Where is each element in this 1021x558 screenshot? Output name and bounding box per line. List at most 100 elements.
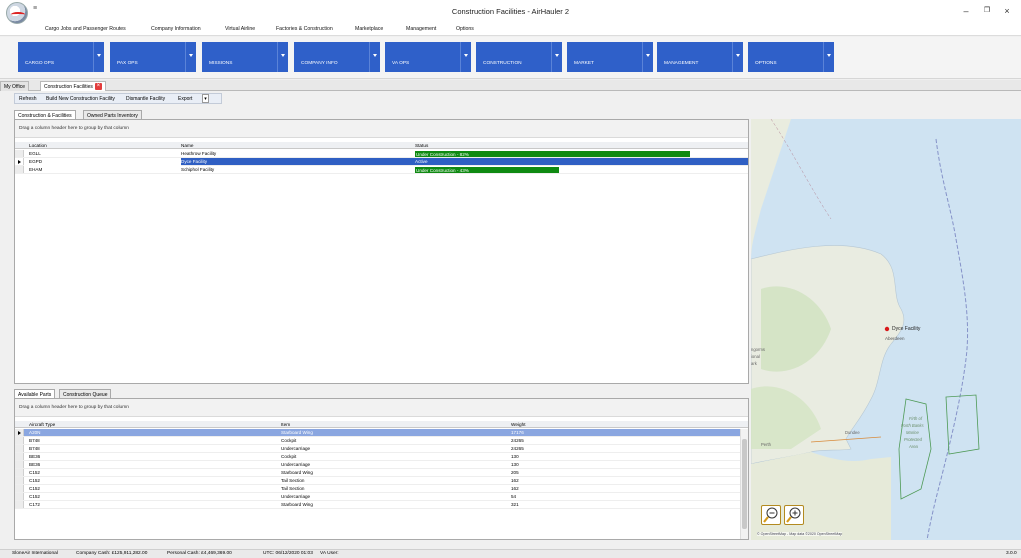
export-button[interactable]: Export — [178, 96, 192, 102]
cell-aircraft: BE36 — [29, 462, 41, 467]
chevron-down-icon[interactable] — [277, 42, 288, 72]
zoom-out-icon[interactable] — [761, 505, 781, 525]
missions-button[interactable]: MISSIONS — [202, 42, 288, 72]
status-bar: SloneAir International Company Cash: £12… — [0, 549, 1021, 558]
map-marker-label[interactable]: Dyce Facility — [892, 326, 920, 332]
chevron-down-icon[interactable] — [642, 42, 653, 72]
table-row[interactable]: C152 Starboard Wing 205 — [15, 469, 740, 477]
cell-weight: 17176 — [511, 430, 524, 435]
close-icon[interactable]: × — [994, 4, 1020, 18]
cell-location: EHAM — [29, 167, 43, 172]
row-indicator[interactable] — [15, 429, 24, 436]
table-row[interactable]: C172 Starboard Wing 321 — [15, 501, 740, 509]
map-attribution[interactable]: © OpenStreetMap - Map data ©2020 OpenStr… — [757, 532, 843, 536]
chevron-down-icon[interactable]: ▾ — [202, 94, 209, 103]
table-row[interactable]: EGLL Heathrow Facility Under Constructio… — [15, 150, 748, 158]
tab-construction-facilities[interactable]: Construction Facilities × — [40, 81, 106, 91]
cell-item: Tail Section — [281, 478, 305, 483]
column-header-name[interactable]: Name — [181, 142, 194, 149]
status-va-user: VA User: — [320, 551, 339, 556]
toolbar: Refresh Build New Construction Facility … — [14, 93, 222, 104]
row-indicator[interactable] — [15, 158, 24, 165]
map-view[interactable]: Dyce Facility Aberdeen Dundee Perth ngor… — [751, 119, 1021, 540]
table-row[interactable]: BE36 Cockpit 130 — [15, 453, 740, 461]
row-indicator[interactable] — [15, 453, 24, 460]
parts-grid: Drag a column header here to group by th… — [14, 398, 749, 540]
scrollbar-thumb[interactable] — [742, 439, 747, 529]
row-indicator[interactable] — [15, 445, 24, 452]
va-ops-button[interactable]: VA OPS — [385, 42, 471, 72]
dismantle-facility-button[interactable]: Dismantle Facility — [126, 96, 165, 102]
cell-item: Starboard Wing — [281, 430, 313, 435]
chevron-down-icon[interactable] — [551, 42, 562, 72]
cell-weight: 321 — [511, 502, 519, 507]
close-tab-icon[interactable]: × — [94, 83, 102, 91]
parts-scrollbar[interactable] — [740, 429, 748, 539]
table-row[interactable]: A20N Starboard Wing 17176 — [15, 429, 740, 437]
build-facility-button[interactable]: Build New Construction Facility — [46, 96, 115, 102]
chevron-down-icon[interactable] — [93, 42, 104, 72]
chevron-down-icon[interactable] — [185, 42, 196, 72]
group-by-panel[interactable]: Drag a column header here to group by th… — [15, 120, 748, 138]
column-header-aircraft-type[interactable]: Aircraft Type — [29, 421, 55, 428]
map-label-aberdeen: Aberdeen — [885, 336, 905, 341]
chevron-down-icon[interactable] — [369, 42, 380, 72]
menu-marketplace[interactable]: Marketplace — [355, 26, 383, 32]
row-indicator[interactable] — [15, 437, 24, 444]
cell-item: Undercarriage — [281, 446, 311, 451]
pax-ops-button[interactable]: PAX OPS — [110, 42, 196, 72]
map-label-grampians-3: ark — [751, 361, 757, 366]
row-indicator[interactable] — [15, 469, 24, 476]
table-row[interactable]: B748 Undercarriage 24265 — [15, 445, 740, 453]
cell-location[interactable]: EGPD — [24, 158, 181, 166]
menu-company-information[interactable]: Company Information — [151, 26, 201, 32]
row-indicator[interactable] — [15, 493, 24, 500]
row-indicator[interactable] — [15, 485, 24, 492]
cell-aircraft: C152 — [29, 470, 40, 475]
parts-column-headers: Aircraft Type Item Weight — [15, 421, 748, 428]
cell-item: Starboard Wing — [281, 502, 313, 507]
menu-cargo-jobs[interactable]: Cargo Jobs and Passenger Routes — [45, 26, 126, 32]
column-header-status[interactable]: Status — [415, 142, 428, 149]
refresh-button[interactable]: Refresh — [19, 96, 37, 102]
construction-button[interactable]: CONSTRUCTION — [476, 42, 562, 72]
table-row[interactable]: B748 Cockpit 24265 — [15, 437, 740, 445]
tab-my-office[interactable]: My Office — [0, 81, 30, 91]
menu-options[interactable]: Options — [456, 26, 474, 32]
table-row[interactable]: EHAM Schiphol Facility Under Constructio… — [15, 166, 748, 174]
company-info-button[interactable]: COMPANY INFO — [294, 42, 380, 72]
status-progress-bar: Under Construction - 82% — [415, 151, 690, 157]
menu-management[interactable]: Management — [406, 26, 436, 32]
cell-weight: 205 — [511, 470, 519, 475]
column-header-location[interactable]: Location — [29, 142, 47, 149]
status-version: 3.0.0 — [1006, 551, 1017, 556]
map-label-dundee: Dundee — [845, 430, 860, 435]
cell-item: Undercarriage — [281, 462, 311, 467]
menu-factories-construction[interactable]: Factories & Construction — [276, 26, 333, 32]
cell-item: Tail Section — [281, 486, 305, 491]
row-indicator[interactable] — [15, 461, 24, 468]
zoom-in-icon[interactable] — [784, 505, 804, 525]
group-by-panel[interactable]: Drag a column header here to group by th… — [15, 399, 748, 417]
row-indicator[interactable] — [15, 166, 24, 173]
cell-aircraft: C172 — [29, 502, 40, 507]
chevron-down-icon[interactable] — [460, 42, 471, 72]
chevron-down-icon[interactable] — [823, 42, 834, 72]
row-indicator[interactable] — [15, 501, 24, 508]
options-button[interactable]: OPTIONS — [748, 42, 834, 72]
row-indicator[interactable] — [15, 150, 24, 157]
chevron-down-icon[interactable] — [732, 42, 743, 72]
table-row[interactable]: C152 Tail Section 162 — [15, 477, 740, 485]
column-header-weight[interactable]: Weight — [511, 421, 526, 428]
table-row[interactable]: BE36 Undercarriage 130 — [15, 461, 740, 469]
cargo-ops-button[interactable]: CARGO OPS — [18, 42, 104, 72]
management-button[interactable]: MANAGEMENT — [657, 42, 743, 72]
map-label-firth: Firth of — [909, 416, 923, 421]
menu-virtual-airline[interactable]: Virtual Airline — [225, 26, 255, 32]
table-row[interactable]: EGPD Dyce Facility Active — [15, 158, 748, 166]
column-header-item[interactable]: Item — [281, 421, 290, 428]
row-indicator[interactable] — [15, 477, 24, 484]
table-row[interactable]: C152 Undercarriage 54 — [15, 493, 740, 501]
market-button[interactable]: MARKET — [567, 42, 653, 72]
table-row[interactable]: C152 Tail Section 162 — [15, 485, 740, 493]
